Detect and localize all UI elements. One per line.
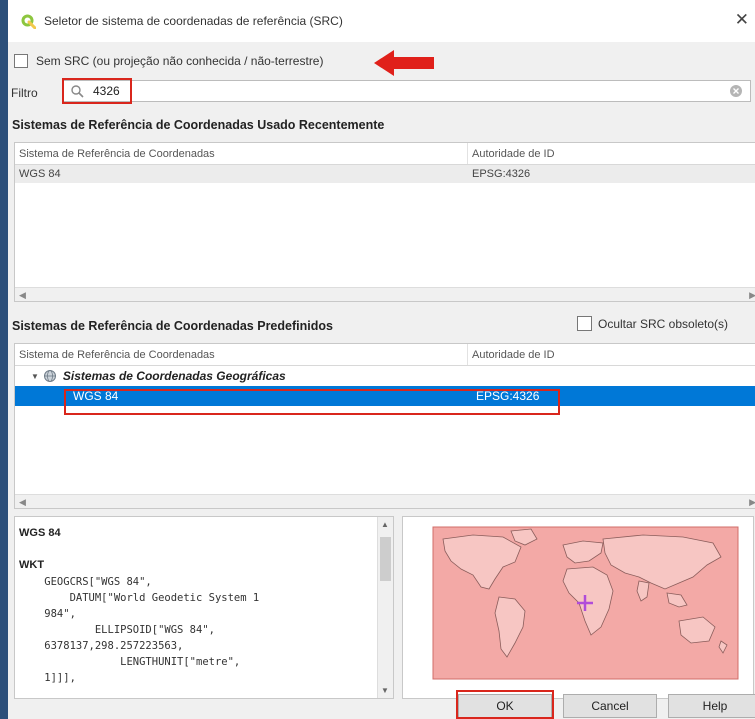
recent-crs-title: Sistemas de Referência de Coordenadas Us… — [12, 118, 385, 132]
help-button[interactable]: Help — [668, 694, 755, 718]
hide-obsolete-label: Ocultar SRC obsoleto(s) — [598, 316, 729, 331]
column-header-crs[interactable]: Sistema de Referência de Coordenadas — [15, 143, 468, 164]
predefined-horizontal-scrollbar[interactable]: ◀ ▶ — [15, 494, 755, 508]
details-wkt-text: GEOGCRS["WGS 84", DATUM["World Geodetic … — [44, 576, 260, 684]
table-row[interactable]: WGS 84 EPSG:4326 — [15, 165, 755, 183]
scroll-right-icon[interactable]: ▶ — [749, 497, 755, 508]
no-crs-label: Sem SRC (ou projeção não conhecida / não… — [36, 54, 324, 68]
hide-obsolete-row[interactable]: Ocultar SRC obsoleto(s) — [577, 316, 728, 331]
red-arrow-icon — [374, 50, 434, 76]
no-crs-checkbox[interactable] — [14, 54, 28, 68]
row-crs-name: WGS 84 — [73, 389, 119, 403]
table-row-selected[interactable]: WGS 84 EPSG:4326 — [15, 386, 755, 406]
details-crs-name: WGS 84 — [19, 527, 61, 539]
tree-group-label: Sistemas de Coordenadas Geográficas — [62, 369, 286, 383]
collapse-arrow-icon[interactable]: ▼ — [31, 372, 39, 381]
scroll-left-icon[interactable]: ◀ — [19, 290, 26, 301]
ok-button[interactable]: OK — [458, 694, 552, 718]
filter-input[interactable] — [62, 80, 751, 102]
predefined-crs-title: Sistemas de Referência de Coordenadas Pr… — [12, 319, 333, 333]
scroll-right-icon[interactable]: ▶ — [749, 290, 755, 301]
window-title: Seletor de sistema de coordenadas de ref… — [44, 14, 343, 28]
crs-details-panel: WGS 84 WKT GEOGCRS["WGS 84", DATUM["Worl… — [14, 516, 394, 699]
globe-icon — [43, 370, 56, 382]
scroll-left-icon[interactable]: ◀ — [19, 497, 26, 508]
column-header-crs[interactable]: Sistema de Referência de Coordenadas — [15, 344, 468, 365]
filter-value: 4326 — [93, 84, 120, 98]
row-authority: EPSG:4326 — [472, 168, 531, 180]
scroll-down-icon[interactable]: ▼ — [381, 686, 389, 695]
search-icon — [71, 85, 84, 98]
world-map — [432, 526, 739, 680]
details-wkt-label: WKT — [19, 559, 45, 571]
close-icon[interactable]: ✕ — [735, 10, 749, 30]
recent-crs-table: Sistema de Referência de Coordenadas Aut… — [14, 142, 755, 302]
no-crs-row[interactable]: Sem SRC (ou projeção não conhecida / não… — [14, 50, 323, 72]
scroll-thumb[interactable] — [380, 537, 391, 581]
title-bar: Seletor de sistema de coordenadas de ref… — [8, 0, 755, 42]
cancel-button[interactable]: Cancel — [563, 694, 657, 718]
recent-crs-header: Sistema de Referência de Coordenadas Aut… — [15, 143, 755, 165]
no-crs-highlight — [354, 51, 368, 69]
predefined-crs-header: Sistema de Referência de Coordenadas Aut… — [15, 344, 755, 366]
scroll-up-icon[interactable]: ▲ — [381, 520, 389, 529]
crs-extent-map — [402, 516, 754, 699]
clear-icon[interactable] — [729, 84, 743, 98]
hide-obsolete-checkbox[interactable] — [577, 316, 592, 331]
tree-group-row[interactable]: ▼ Sistemas de Coordenadas Geográficas — [15, 366, 755, 386]
column-header-authority[interactable]: Autoridade de ID — [468, 344, 755, 365]
filter-label: Filtro — [11, 86, 38, 100]
column-header-authority[interactable]: Autoridade de ID — [468, 143, 755, 164]
qgis-logo-icon — [21, 14, 36, 29]
crs-selector-dialog: Seletor de sistema de coordenadas de ref… — [0, 0, 755, 719]
predefined-crs-table: Sistema de Referência de Coordenadas Aut… — [14, 343, 755, 509]
row-authority: EPSG:4326 — [476, 389, 540, 403]
row-crs-name: WGS 84 — [19, 168, 61, 180]
recent-horizontal-scrollbar[interactable]: ◀ ▶ — [15, 287, 755, 301]
details-vertical-scrollbar[interactable]: ▲ ▼ — [377, 517, 393, 698]
